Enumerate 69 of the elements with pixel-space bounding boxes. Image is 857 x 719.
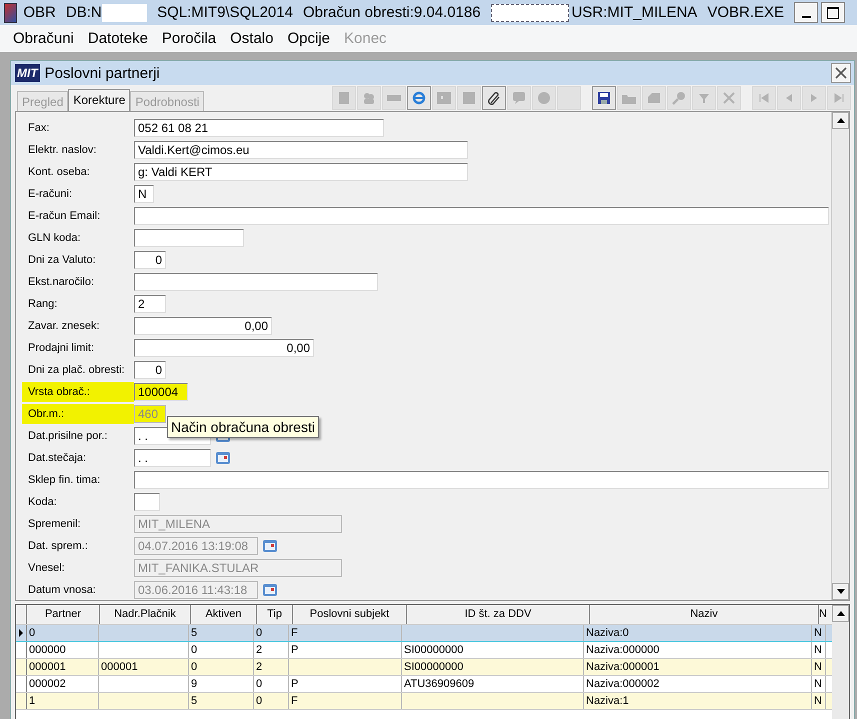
field-label: Ekst.naročilo: xyxy=(28,276,96,288)
field-label: Sklep fin. tima: xyxy=(28,474,102,486)
window-title: OBR xyxy=(23,4,56,21)
logo: MIT xyxy=(15,64,40,82)
field-label: GLN koda: xyxy=(28,232,82,244)
input-field: 460 xyxy=(134,405,166,423)
field-label: Fax: xyxy=(28,122,50,134)
table-cell: 0 xyxy=(254,693,289,709)
field-label: Dni za Valuto: xyxy=(28,254,97,266)
field-label: Prodajni limit: xyxy=(28,342,96,354)
database-label: DB:N xyxy=(66,4,102,21)
table-cell: N xyxy=(812,659,826,675)
table-cell: ATU36909609 xyxy=(402,676,584,692)
table-cell: Naziva:0 xyxy=(584,625,812,641)
table-cell: N xyxy=(812,625,826,641)
server-label: SQL:MIT9\SQL2014 xyxy=(157,4,293,21)
table-cell: Naziva:000002 xyxy=(584,676,812,692)
table-cell: Naziva:000000 xyxy=(584,642,812,658)
table-cell: 000001 xyxy=(99,659,189,675)
tooltip: Način obračuna obresti xyxy=(167,416,319,438)
table-cell: Naziva:1 xyxy=(584,693,812,709)
field-label: Dat.prisilne por.: xyxy=(28,430,108,442)
table-cell: 2 xyxy=(254,659,289,675)
field-label: Vnesel: xyxy=(28,562,66,574)
table-cell: 000002 xyxy=(27,676,99,692)
field-label: Dat.stečaja: xyxy=(28,452,88,464)
table-cell: 5 xyxy=(189,693,254,709)
input-field: 04.07.2016 13:19:08 xyxy=(134,537,258,555)
table-cell: 000001 xyxy=(27,659,99,675)
field-label: Dat. sprem.: xyxy=(28,540,89,552)
field-label: E-računi: xyxy=(28,188,74,200)
table-cell: N xyxy=(812,693,826,709)
table-cell: 1 xyxy=(27,693,99,709)
field-label: Obr.m.: xyxy=(22,404,134,424)
field-label: Zavar. znesek: xyxy=(28,320,101,332)
user-label: USR:MIT_MILENA xyxy=(571,4,698,21)
input-field: MIT_MILENA xyxy=(134,515,342,533)
table-cell: N xyxy=(812,676,826,692)
field-label: Spremenil: xyxy=(28,518,82,530)
window-title: Poslovni partnerji xyxy=(44,64,160,82)
table-cell: N xyxy=(812,642,826,658)
table-cell: 2 xyxy=(254,642,289,658)
table-cell: SI00000000 xyxy=(402,642,584,658)
field-label: E-račun Email: xyxy=(28,210,102,222)
field-label: Dni za plač. obresti: xyxy=(28,364,126,376)
table-cell: 0 xyxy=(254,676,289,692)
table-cell: F xyxy=(289,625,402,641)
table-cell: 0 xyxy=(27,625,99,641)
table-cell: 0 xyxy=(189,659,254,675)
table-cell: 9 xyxy=(189,676,254,692)
field-label: Datum vnosa: xyxy=(28,584,97,596)
table-cell: 0 xyxy=(254,625,289,641)
table-cell: P xyxy=(289,642,402,658)
field-label: Vrsta obrač.: xyxy=(22,382,134,402)
field-label: Kont. oseba: xyxy=(28,166,91,178)
table-cell: Naziva:000001 xyxy=(584,659,812,675)
table-cell: F xyxy=(289,693,402,709)
input-field: 03.06.2016 11:43:18 xyxy=(134,581,258,599)
table-cell: 0 xyxy=(189,642,254,658)
field-label: Elektr. naslov: xyxy=(28,144,98,156)
table-cell: SI00000000 xyxy=(402,659,584,675)
table-cell: 000000 xyxy=(27,642,99,658)
field-label: Koda: xyxy=(28,496,58,508)
program-label: VOBR.EXE xyxy=(707,4,784,21)
field-label: Rang: xyxy=(28,298,58,310)
table-cell: P xyxy=(289,676,402,692)
version-label: Obračun obresti:9.04.0186 xyxy=(302,4,481,21)
table-cell: 5 xyxy=(189,625,254,641)
input-field: MIT_FANIKA.STULAR xyxy=(134,559,342,577)
